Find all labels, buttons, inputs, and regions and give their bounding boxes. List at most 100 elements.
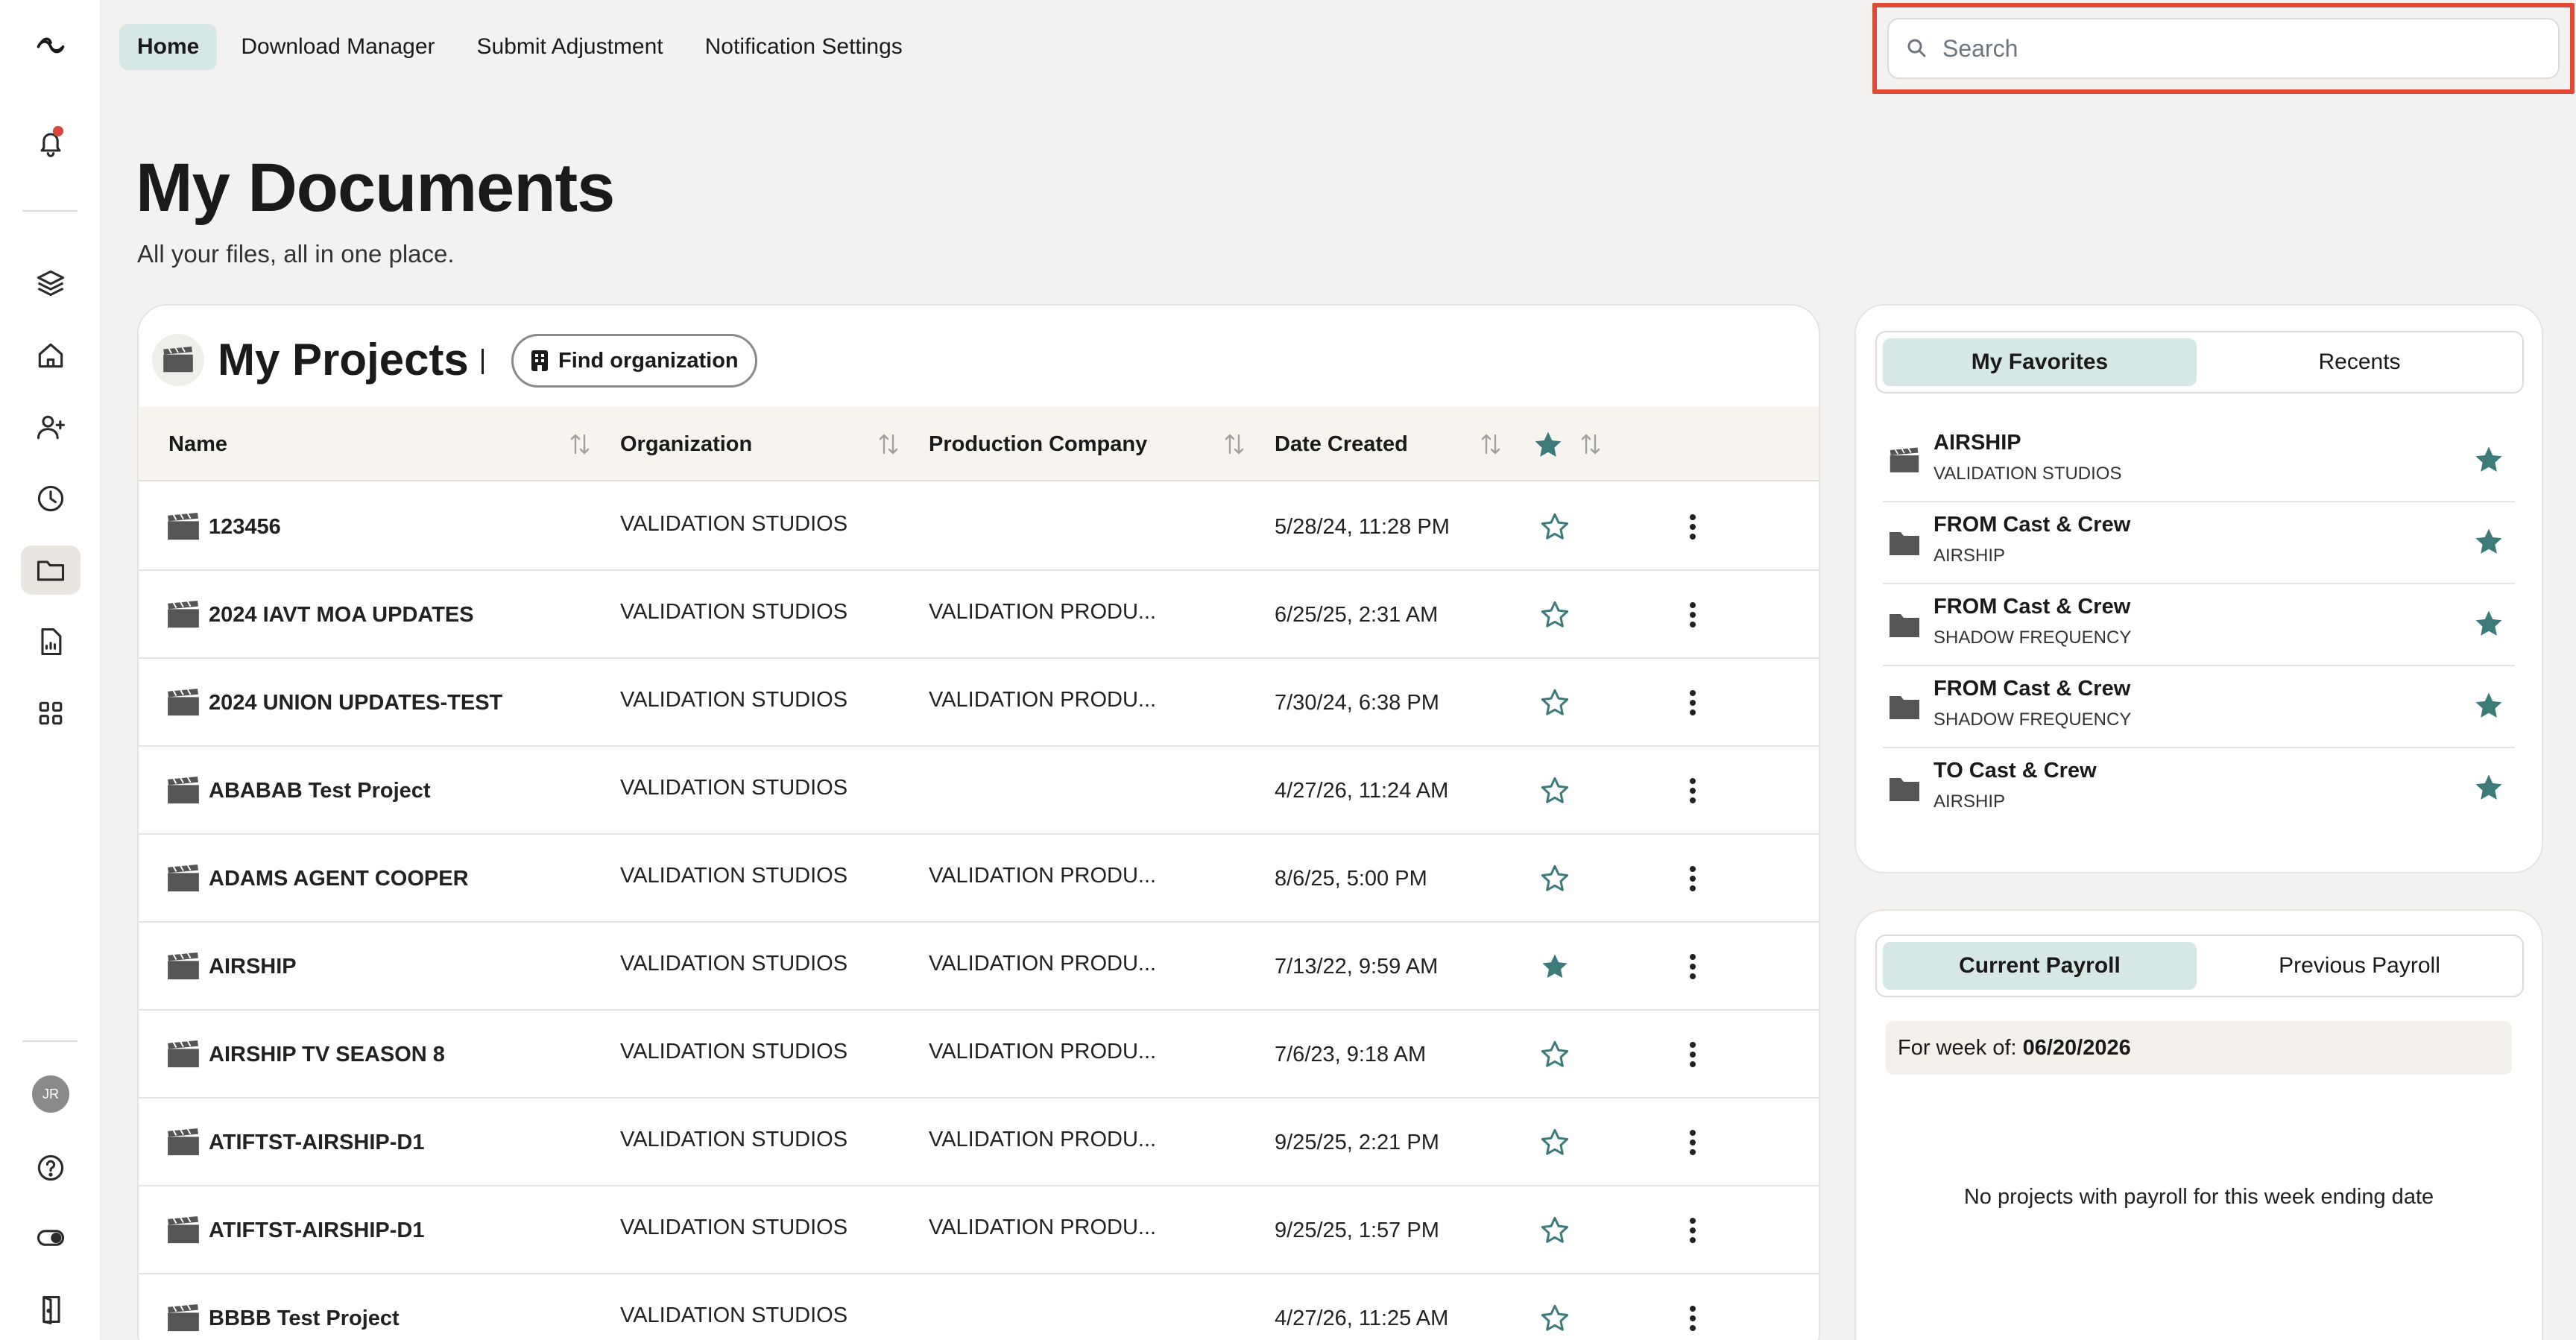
star-outline-icon[interactable] (1540, 1099, 1570, 1186)
column-header-organization[interactable]: Organization (620, 407, 752, 481)
more-options-icon[interactable] (1688, 747, 1698, 835)
date-created-cell: 9/25/25, 2:21 PM (1275, 1130, 1439, 1154)
table-row[interactable]: ATIFTST-AIRSHIP-D1 VALIDATION STUDIOS VALI… (139, 1186, 1819, 1274)
project-name-cell[interactable]: ATIFTST-AIRSHIP-D1 (165, 1186, 424, 1274)
favorite-title: FROM Cast & Crew (1933, 677, 2131, 701)
favorite-item[interactable]: FROM Cast & Crew AIRSHIP (1883, 502, 2515, 584)
table-row[interactable]: ABABAB Test Project VALIDATION STUDIOS 4/2… (139, 747, 1819, 835)
column-header-date-created[interactable]: Date Created (1275, 407, 1408, 481)
favorite-item[interactable]: AIRSHIP VALIDATION STUDIOS (1883, 420, 2515, 502)
left-rail: JR (0, 0, 101, 1340)
project-name-cell[interactable]: ADAMS AGENT COOPER (165, 835, 469, 923)
favorite-item[interactable]: FROM Cast & Crew SHADOW FREQUENCY (1883, 666, 2515, 748)
tab-recents[interactable]: Recents (2203, 338, 2516, 386)
clapperboard-icon (152, 334, 204, 386)
project-name-cell[interactable]: BBBB Test Project (165, 1274, 400, 1340)
bell-icon[interactable] (21, 118, 80, 167)
more-options-icon[interactable] (1688, 1011, 1698, 1099)
more-options-icon[interactable] (1688, 835, 1698, 923)
star-filled-icon[interactable] (2473, 444, 2504, 475)
star-filled-icon[interactable] (1532, 429, 1564, 461)
table-row[interactable]: BBBB Test Project VALIDATION STUDIOS 4/27/… (139, 1274, 1819, 1340)
add-user-icon[interactable] (21, 402, 80, 452)
star-filled-icon[interactable] (2473, 526, 2504, 557)
nav-notification-settings[interactable]: Notification Settings (687, 24, 921, 70)
table-row[interactable]: ADAMS AGENT COOPER VALIDATION STUDIOS VALI… (139, 835, 1819, 923)
more-options-icon[interactable] (1688, 571, 1698, 659)
project-name: ATIFTST-AIRSHIP-D1 (209, 1130, 425, 1154)
favorite-item[interactable]: TO Cast & Crew AIRSHIP (1883, 748, 2515, 830)
star-outline-icon[interactable] (1540, 747, 1570, 835)
payroll-empty-message: No projects with payroll for this week e… (1963, 1185, 2434, 1209)
toggle-icon[interactable] (21, 1213, 80, 1262)
star-outline-icon[interactable] (1540, 1186, 1570, 1274)
star-filled-icon[interactable] (1540, 923, 1570, 1011)
table-row[interactable]: ATIFTST-AIRSHIP-D1 VALIDATION STUDIOS VALI… (139, 1099, 1819, 1186)
project-name-cell[interactable]: ATIFTST-AIRSHIP-D1 (165, 1099, 424, 1186)
apps-grid-icon[interactable] (21, 689, 80, 738)
clock-icon[interactable] (21, 474, 80, 523)
logo-icon[interactable] (21, 19, 80, 69)
more-options-icon[interactable] (1688, 923, 1698, 1011)
sort-icon[interactable] (1580, 432, 1601, 456)
star-outline-icon[interactable] (1540, 483, 1570, 571)
date-created-cell: 4/27/26, 11:25 AM (1275, 1306, 1449, 1330)
production-company-cell: VALIDATION PRODU... (929, 687, 1157, 712)
folder-icon[interactable] (21, 546, 80, 595)
more-options-icon[interactable] (1688, 1186, 1698, 1274)
nav-submit-adjustment[interactable]: Submit Adjustment (459, 24, 681, 70)
avatar[interactable]: JR (32, 1075, 69, 1113)
more-options-icon[interactable] (1688, 659, 1698, 747)
project-name-cell[interactable]: 123456 (165, 483, 281, 571)
rail-divider (22, 210, 78, 212)
home-icon[interactable] (21, 331, 80, 380)
table-row[interactable]: AIRSHIP VALIDATION STUDIOS VALIDATION PROD… (139, 923, 1819, 1011)
tab-previous-payroll[interactable]: Previous Payroll (2203, 942, 2516, 990)
star-outline-icon[interactable] (1540, 1274, 1570, 1340)
column-header-name[interactable]: Name (168, 407, 227, 481)
help-icon[interactable] (21, 1143, 80, 1192)
organization-cell: VALIDATION STUDIOS (620, 1039, 848, 1064)
star-filled-icon[interactable] (2473, 772, 2504, 803)
project-name-cell[interactable]: AIRSHIP (165, 923, 297, 1011)
star-outline-icon[interactable] (1540, 571, 1570, 659)
star-outline-icon[interactable] (1540, 659, 1570, 747)
project-name-cell[interactable]: 2024 UNION UPDATES-TEST (165, 659, 502, 747)
star-outline-icon[interactable] (1540, 1011, 1570, 1099)
project-name: 123456 (209, 514, 281, 539)
more-options-icon[interactable] (1688, 1099, 1698, 1186)
star-filled-icon[interactable] (2473, 608, 2504, 639)
production-company-cell: VALIDATION PRODU... (929, 863, 1157, 888)
favorite-item[interactable]: FROM Cast & Crew SHADOW FREQUENCY (1883, 584, 2515, 666)
nav-download-manager[interactable]: Download Manager (223, 24, 452, 70)
project-name-cell[interactable]: 2024 IAVT MOA UPDATES (165, 571, 474, 659)
more-options-icon[interactable] (1688, 483, 1698, 571)
tab-current-payroll[interactable]: Current Payroll (1883, 942, 2197, 990)
logout-door-icon[interactable] (21, 1285, 80, 1334)
layers-icon[interactable] (21, 258, 80, 307)
nav-home[interactable]: Home (119, 24, 218, 70)
more-options-icon[interactable] (1688, 1274, 1698, 1340)
sort-icon[interactable] (569, 432, 590, 456)
table-row[interactable]: 2024 UNION UPDATES-TEST VALIDATION STUDIO… (139, 659, 1819, 747)
sort-icon[interactable] (1480, 432, 1501, 456)
project-name-cell[interactable]: AIRSHIP TV SEASON 8 (165, 1011, 445, 1099)
table-row[interactable]: AIRSHIP TV SEASON 8 VALIDATION STUDIOS VAL… (139, 1011, 1819, 1099)
organization-cell: VALIDATION STUDIOS (620, 863, 848, 888)
table-row[interactable]: 123456 VALIDATION STUDIOS 5/28/24, 11:28 P… (139, 483, 1819, 571)
search-input[interactable] (1942, 34, 2542, 63)
find-organization-button[interactable]: Find organization (511, 334, 757, 388)
tab-my-favorites[interactable]: My Favorites (1883, 338, 2197, 386)
search-box[interactable] (1887, 18, 2560, 79)
document-icon[interactable] (21, 617, 80, 666)
column-header-production-company[interactable]: Production Company (929, 407, 1147, 481)
star-filled-icon[interactable] (2473, 690, 2504, 721)
table-row[interactable]: 2024 IAVT MOA UPDATES VALIDATION STUDIOS V… (139, 571, 1819, 659)
date-created-cell: 7/13/22, 9:59 AM (1275, 954, 1439, 979)
sort-icon[interactable] (878, 432, 899, 456)
top-nav: Home Download Manager Submit Adjustment … (119, 24, 921, 70)
star-outline-icon[interactable] (1540, 835, 1570, 923)
project-name-cell[interactable]: ABABAB Test Project (165, 747, 431, 835)
date-created-cell: 7/30/24, 6:38 PM (1275, 690, 1439, 715)
sort-icon[interactable] (1224, 432, 1245, 456)
